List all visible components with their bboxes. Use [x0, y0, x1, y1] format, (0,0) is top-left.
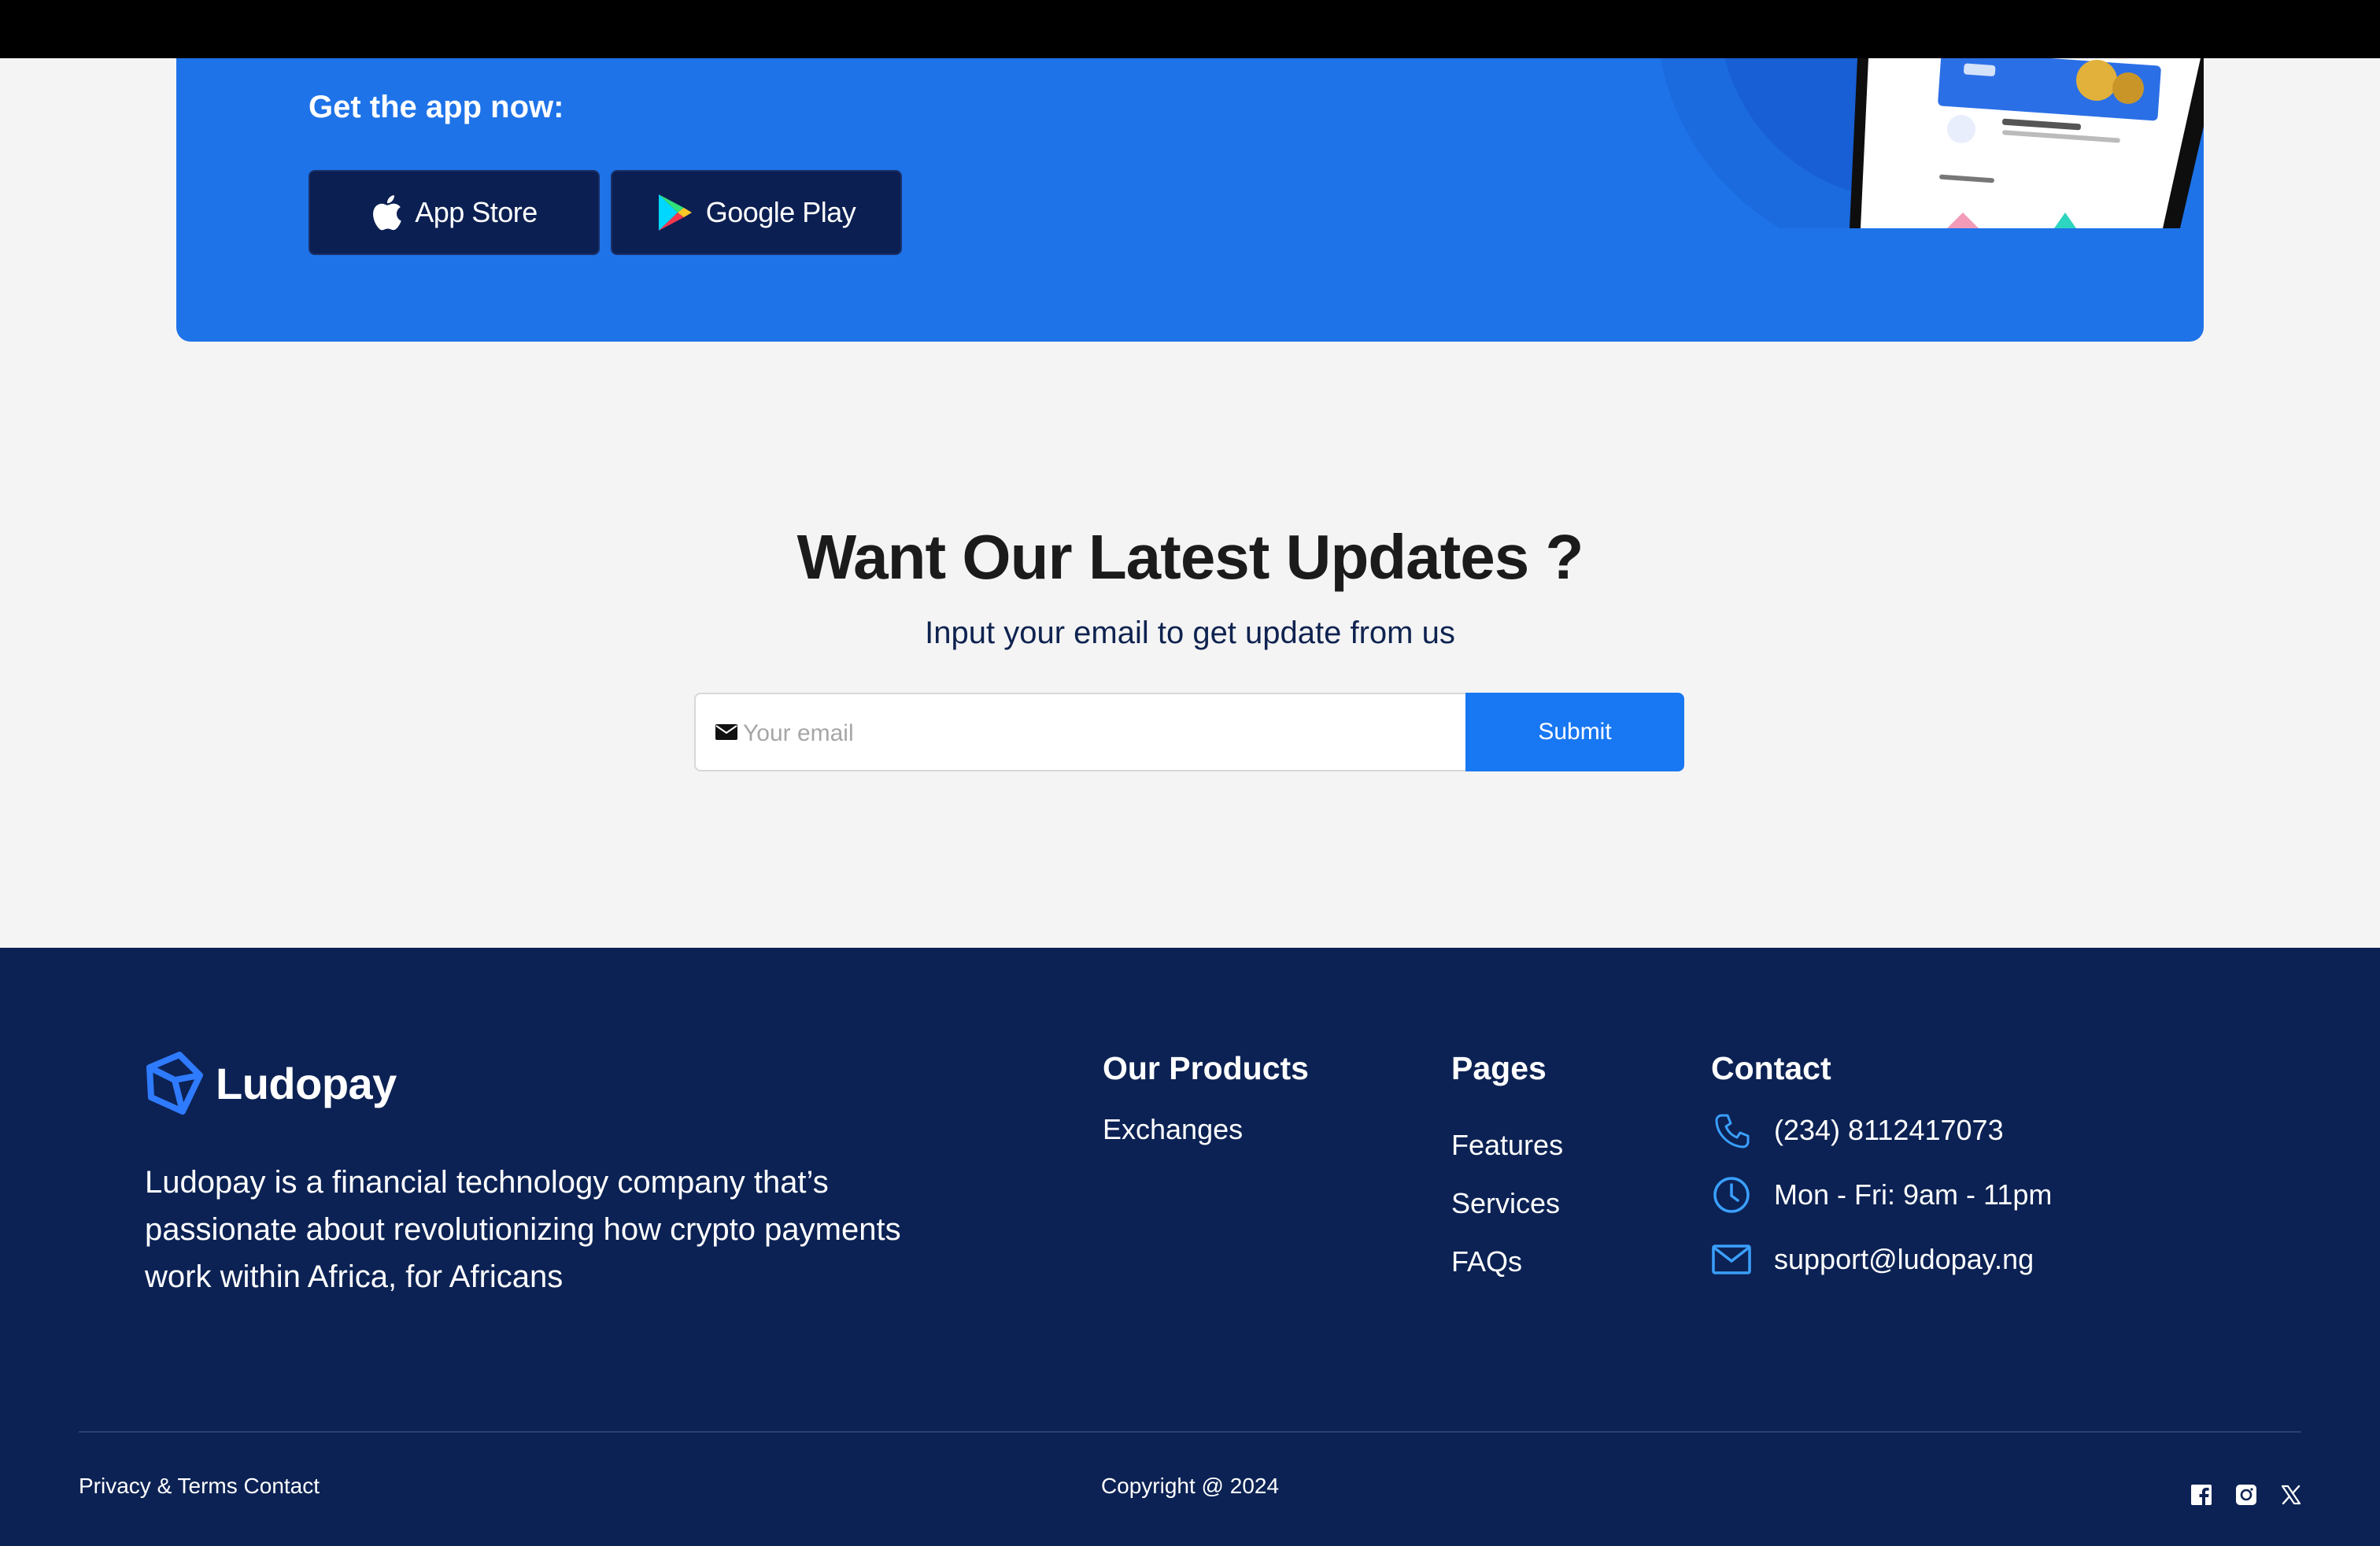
- copyright-text: Copyright @ 2024: [1100, 1474, 1280, 1498]
- contact-heading: Contact: [1711, 1050, 1831, 1086]
- email-field-container: [694, 693, 1465, 771]
- ludopay-logo-icon: [146, 1052, 203, 1115]
- top-black-bar: [0, 0, 2380, 58]
- x-icon[interactable]: [2279, 1483, 2303, 1507]
- brand-name: Ludopay: [216, 1058, 397, 1108]
- submit-button[interactable]: Submit: [1465, 693, 1684, 771]
- pages-link-faqs[interactable]: FAQs: [1451, 1245, 1522, 1278]
- privacy-terms-contact-link[interactable]: Privacy & Terms Contact: [79, 1474, 320, 1499]
- envelope-icon: [715, 724, 737, 740]
- footer-divider: [79, 1431, 2301, 1433]
- email-input[interactable]: [743, 712, 1451, 756]
- app-store-label: App Store: [415, 196, 538, 228]
- google-play-label: Google Play: [705, 196, 856, 228]
- products-heading: Our Products: [1103, 1050, 1309, 1086]
- pages-link-services[interactable]: Services: [1451, 1187, 1560, 1220]
- contact-phone-row[interactable]: (234) 8112417073: [1711, 1110, 2004, 1151]
- facebook-icon[interactable]: [2190, 1483, 2213, 1507]
- get-app-title: Get the app now:: [309, 90, 564, 124]
- clock-icon: [1711, 1174, 1752, 1215]
- newsletter-subtitle: Input your email to get update from us: [925, 616, 1455, 650]
- phone-mockup-image: [1660, 58, 2204, 228]
- mail-icon: [1711, 1239, 1752, 1280]
- products-link-exchanges[interactable]: Exchanges: [1103, 1113, 1243, 1146]
- contact-email: support@ludopay.ng: [1774, 1243, 2034, 1275]
- pages-heading: Pages: [1451, 1050, 1547, 1086]
- google-play-icon: [658, 194, 692, 231]
- contact-hours: Mon - Fri: 9am - 11pm: [1774, 1178, 2053, 1211]
- pages-link-features[interactable]: Features: [1451, 1129, 1563, 1162]
- contact-email-row[interactable]: support@ludopay.ng: [1711, 1239, 2034, 1280]
- brand-logo[interactable]: Ludopay: [145, 1052, 397, 1115]
- newsletter-title: Want Our Latest Updates ?: [796, 522, 1584, 592]
- phone-icon: [1711, 1110, 1752, 1151]
- company-description: Ludopay is a financial technology compan…: [145, 1165, 901, 1294]
- instagram-icon[interactable]: [2234, 1483, 2258, 1507]
- site-footer: Ludopay Ludopay is a financial technolog…: [0, 948, 2380, 1546]
- contact-phone: (234) 8112417073: [1774, 1114, 2004, 1146]
- apple-icon: [373, 195, 401, 231]
- app-download-banner: Get the app now: App Store Google Play: [176, 58, 2204, 342]
- contact-hours-row: Mon - Fri: 9am - 11pm: [1711, 1174, 2052, 1215]
- google-play-button[interactable]: Google Play: [611, 170, 902, 255]
- app-store-button[interactable]: App Store: [309, 170, 600, 255]
- newsletter-form: Submit: [694, 693, 1684, 771]
